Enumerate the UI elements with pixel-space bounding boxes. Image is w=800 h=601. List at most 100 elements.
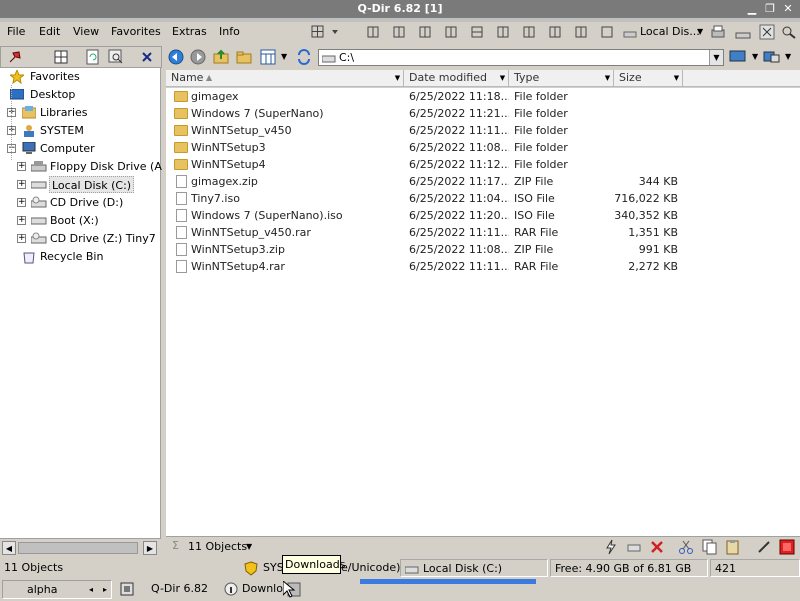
file-date: 6/25/2022 11:11... [409, 124, 509, 137]
cut-icon[interactable] [678, 539, 694, 555]
paste-icon[interactable] [725, 539, 741, 555]
column-date[interactable]: Date modified ▼ [404, 70, 509, 87]
info-icon [224, 582, 238, 596]
printer-icon[interactable] [710, 24, 726, 40]
scroll-right-icon[interactable]: ▶ [143, 541, 157, 555]
new-folder-icon[interactable] [236, 49, 252, 65]
address-path[interactable]: C:\ [339, 51, 354, 64]
expand-icon[interactable]: + [17, 216, 26, 225]
list-item[interactable]: WinNTSetup3.zip 6/25/2022 11:08... ZIP Fil… [166, 241, 800, 258]
column-name[interactable]: Name ▲ ▼ [166, 70, 404, 87]
tree-item-libraries[interactable]: Libraries [40, 104, 88, 121]
expand-icon[interactable]: + [17, 234, 26, 243]
pin-icon[interactable] [7, 49, 23, 65]
tree-item-computer[interactable]: Computer [40, 140, 95, 157]
scroll-thumb[interactable] [18, 542, 138, 554]
status-encoding: e/Unicode) [341, 561, 401, 574]
list-item[interactable]: Tiny7.iso 6/25/2022 11:04... ISO File 716,0… [166, 190, 800, 207]
tree-item-boot-x[interactable]: Boot (X:) [50, 212, 99, 229]
folder-icon [174, 159, 188, 170]
expand-icon[interactable]: + [17, 162, 26, 171]
drive-selector-label[interactable]: Local Dis... [640, 25, 700, 38]
column-type[interactable]: Type ▼ [509, 70, 614, 87]
file-type: ISO File [514, 209, 555, 222]
list-item[interactable]: Windows 7 (SuperNano).iso 6/25/2022 11:20… [166, 207, 800, 224]
back-icon[interactable] [168, 49, 184, 65]
search-icon[interactable] [108, 49, 124, 65]
list-item[interactable]: WinNTSetup3 6/25/2022 11:08... File folder [166, 139, 800, 156]
chevron-down-icon[interactable]: ▼ [246, 542, 252, 551]
file-date: 6/25/2022 11:11... [409, 226, 509, 239]
delete-icon[interactable] [649, 539, 665, 555]
chevron-down-icon[interactable]: ▼ [393, 73, 402, 83]
file-type: File folder [514, 141, 568, 154]
list-item[interactable]: gimagex.zip 6/25/2022 11:17... ZIP File 344… [166, 173, 800, 190]
list-item[interactable]: WinNTSetup_v450.rar 6/25/2022 11:11... RAR… [166, 224, 800, 241]
display-options-icon[interactable] [763, 49, 781, 65]
chevron-down-icon[interactable]: ▼ [498, 73, 507, 83]
tree-item-favorites[interactable]: Favorites [30, 68, 80, 85]
cursor-icon [282, 579, 301, 598]
chevron-down-icon[interactable]: ▼ [697, 27, 703, 36]
chevron-down-icon[interactable]: ▼ [603, 73, 612, 83]
close-small-icon[interactable] [759, 24, 775, 40]
arrow-left-icon[interactable]: ◂ [89, 581, 93, 599]
edit-icon[interactable] [756, 539, 772, 555]
drive-icon [321, 52, 336, 63]
close-button[interactable]: ✕ [780, 1, 796, 16]
file-type: ZIP File [514, 243, 554, 256]
tree-item-floppy[interactable]: Floppy Disk Drive (A:) [50, 158, 170, 175]
tree-item-cd-z[interactable]: CD Drive (Z:) Tiny7 x8 [50, 230, 158, 247]
list-item[interactable]: WinNTSetup4 6/25/2022 11:12... File folder [166, 156, 800, 173]
tree-item-desktop[interactable]: Desktop [30, 86, 75, 103]
menu-view[interactable]: View [73, 25, 99, 38]
chevron-down-icon[interactable]: ▼ [785, 52, 791, 61]
refresh-icon[interactable] [85, 49, 101, 65]
status-free-space: Free: 4.90 GB of 6.81 GB [550, 559, 708, 577]
list-item[interactable]: WinNTSetup_v450 6/25/2022 11:11... File fo… [166, 122, 800, 139]
arrow-right-icon[interactable]: ▸ [103, 581, 107, 599]
copy-icon[interactable] [702, 539, 718, 555]
column-size[interactable]: Size ▼ [614, 70, 683, 87]
menu-info[interactable]: Info [219, 25, 240, 38]
sync-icon[interactable] [296, 49, 312, 65]
restore-button[interactable]: ❐ [762, 1, 778, 16]
drive-view-icon[interactable] [735, 24, 751, 40]
list-item[interactable]: Windows 7 (SuperNano) 6/25/2022 11:21... F… [166, 105, 800, 122]
monitor-icon[interactable] [729, 49, 747, 65]
expand-icon[interactable]: + [17, 198, 26, 207]
tree-item-local-disk-c[interactable]: Local Disk (C:) [49, 176, 135, 193]
taskbar-item-downloads[interactable]: Downlo [220, 580, 283, 599]
forward-icon[interactable] [190, 49, 206, 65]
view-mode-icon[interactable] [260, 49, 276, 65]
tree-item-recycle-bin[interactable]: Recycle Bin [40, 248, 103, 265]
properties-icon[interactable] [779, 539, 795, 555]
taskbar-item-qdir[interactable]: Q-Dir 6.82 [116, 580, 216, 599]
scroll-left-icon[interactable]: ◀ [2, 541, 16, 555]
close-icon[interactable] [140, 50, 154, 64]
chevron-down-icon[interactable]: ▼ [752, 52, 758, 61]
drive-eject-icon[interactable] [626, 539, 642, 555]
chevron-down-icon[interactable]: ▼ [672, 73, 681, 83]
tree-scrollbar[interactable]: ◀ ▶ [0, 538, 161, 556]
grid-view-icon[interactable] [54, 50, 68, 64]
taskbar-item-alpha[interactable]: alpha ◂ ▸ [2, 580, 112, 599]
list-item[interactable]: WinNTSetup4.rar 6/25/2022 11:11... RAR Fil… [166, 258, 800, 275]
tree-item-system[interactable]: SYSTEM [40, 122, 84, 139]
list-item[interactable]: gimagex 6/25/2022 11:18... File folder [166, 88, 800, 105]
address-bar[interactable]: C:\ ▼ [318, 49, 724, 66]
chevron-down-icon[interactable]: ▼ [709, 50, 723, 65]
zoom-icon[interactable] [780, 24, 798, 40]
lightning-icon[interactable] [603, 539, 619, 555]
menu-favorites[interactable]: Favorites [111, 25, 161, 38]
layout-grid-icon[interactable] [310, 24, 622, 40]
drive-icon [405, 566, 419, 574]
menu-edit[interactable]: Edit [39, 25, 60, 38]
menu-extras[interactable]: Extras [172, 25, 207, 38]
menu-file[interactable]: File [7, 25, 25, 38]
expand-icon[interactable]: + [17, 180, 26, 189]
up-folder-icon[interactable] [213, 49, 229, 65]
tree-item-cd-d[interactable]: CD Drive (D:) [50, 194, 123, 211]
chevron-down-icon[interactable]: ▼ [281, 52, 287, 61]
minimize-button[interactable]: ▁ [744, 1, 760, 16]
